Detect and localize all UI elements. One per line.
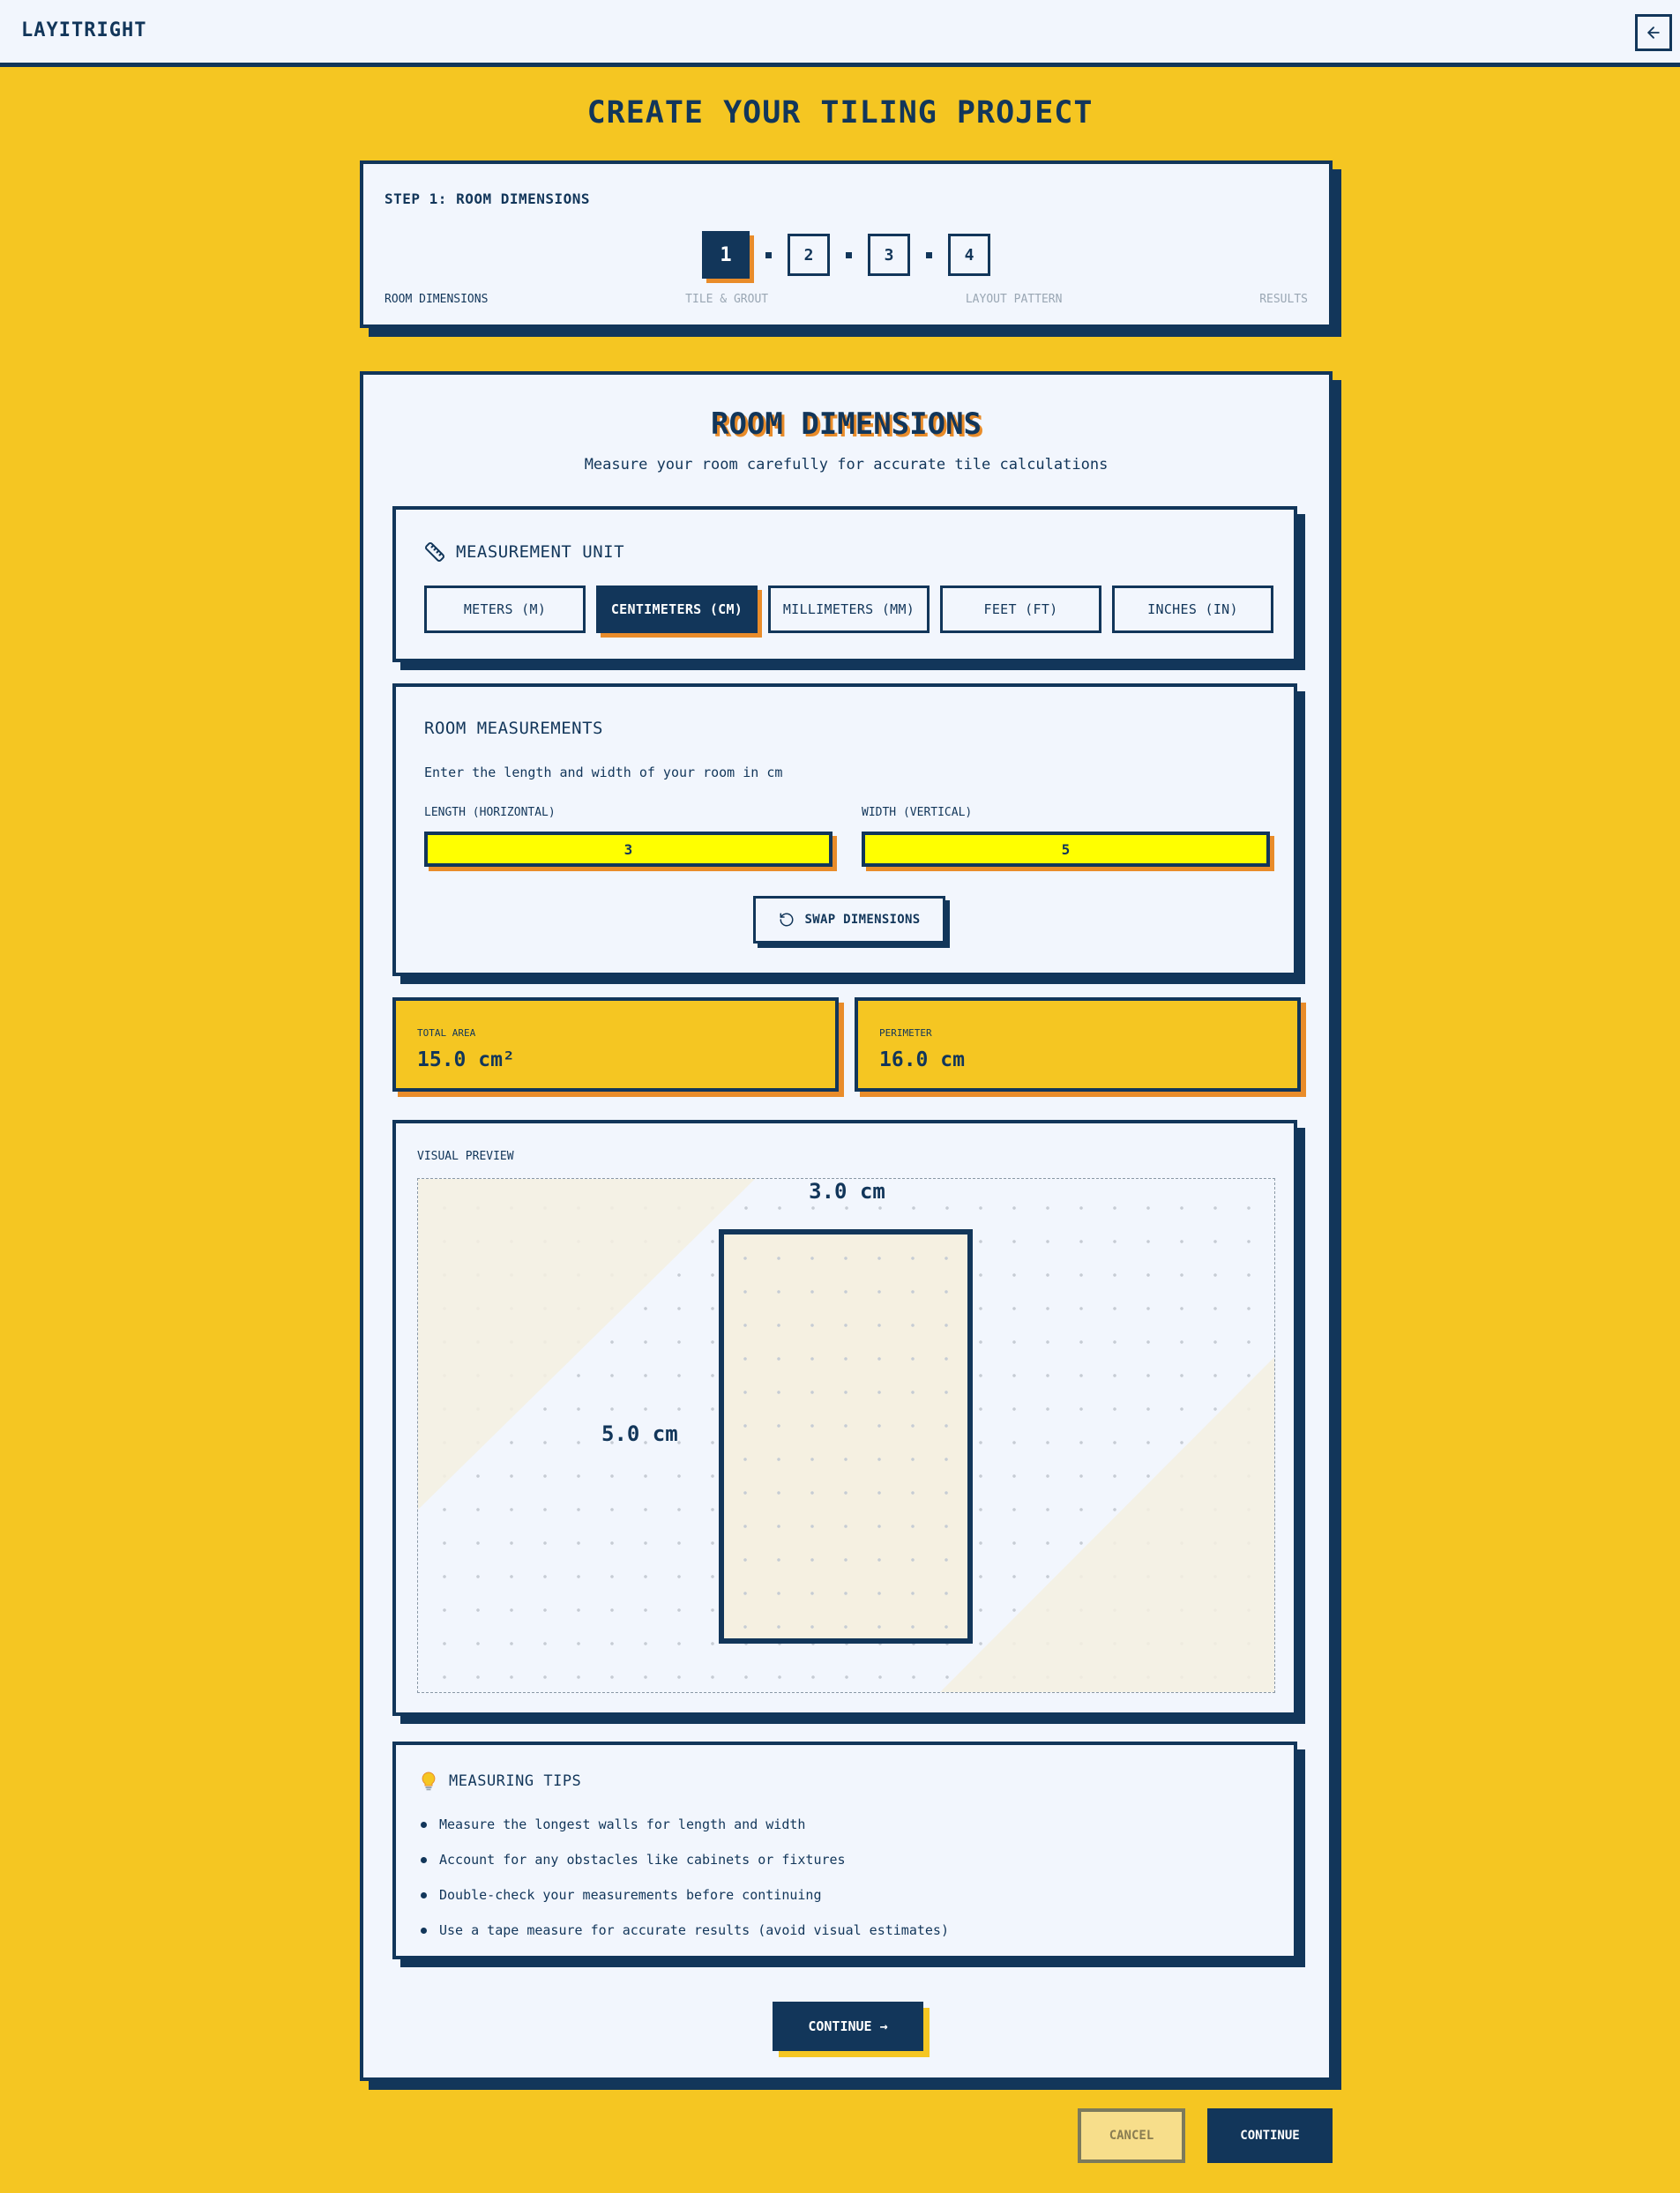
perimeter-value: 16.0 cm bbox=[879, 1048, 965, 1071]
unit-meters-button[interactable]: METERS (M) bbox=[424, 586, 586, 633]
unit-millimeters-button[interactable]: MILLIMETERS (MM) bbox=[768, 586, 930, 633]
measuring-tips-title: MEASURING TIPS bbox=[449, 1772, 582, 1790]
room-dimensions-card: ROOM DIMENSIONS Measure your room carefu… bbox=[360, 371, 1333, 2081]
step-3-indicator[interactable]: 3 bbox=[868, 234, 910, 276]
room-measurements-description: Enter the length and width of your room … bbox=[424, 765, 783, 780]
step-label: STEP 1: ROOM DIMENSIONS bbox=[385, 190, 591, 207]
step-name-tile-grout: TILE & GROUT bbox=[685, 293, 769, 306]
perimeter-label: PERIMETER bbox=[879, 1027, 932, 1039]
measurement-unit-heading: MEASUREMENT UNIT bbox=[424, 541, 624, 563]
total-area-label: TOTAL AREA bbox=[417, 1027, 476, 1039]
unit-centimeters-button[interactable]: CENTIMETERS (CM) bbox=[596, 586, 758, 633]
visual-preview-panel: VISUAL PREVIEW 3.0 cm 5.0 cm bbox=[392, 1120, 1297, 1716]
list-item: Account for any obstacles like cabinets … bbox=[421, 1842, 949, 1877]
measurement-unit-title: MEASUREMENT UNIT bbox=[456, 542, 625, 562]
cancel-button[interactable]: CANCEL bbox=[1078, 2108, 1185, 2163]
brand-logo[interactable]: LAYITRIGHT bbox=[21, 19, 146, 41]
total-area-value: 15.0 cm² bbox=[417, 1048, 515, 1071]
measurement-unit-panel: MEASUREMENT UNIT METERS (M) CENTIMETERS … bbox=[392, 506, 1297, 662]
unit-options: METERS (M) CENTIMETERS (CM) MILLIMETERS … bbox=[424, 586, 1273, 633]
length-label: LENGTH (HORIZONTAL) bbox=[424, 806, 556, 819]
swap-dimensions-button[interactable]: SWAP DIMENSIONS bbox=[753, 896, 945, 944]
step-2-indicator[interactable]: 2 bbox=[788, 234, 830, 276]
rotate-icon bbox=[780, 913, 794, 927]
step-name-layout-pattern: LAYOUT PATTERN bbox=[965, 293, 1063, 306]
visual-preview-label: VISUAL PREVIEW bbox=[417, 1150, 514, 1163]
stepper-card: STEP 1: ROOM DIMENSIONS 1 2 3 4 ROOM DIM… bbox=[360, 160, 1333, 328]
total-area-card: TOTAL AREA 15.0 cm² bbox=[392, 997, 839, 1092]
unit-inches-button[interactable]: INCHES (IN) bbox=[1112, 586, 1273, 633]
step-4-indicator[interactable]: 4 bbox=[948, 234, 990, 276]
list-item: Double-check your measurements before co… bbox=[421, 1877, 949, 1913]
arrow-left-icon bbox=[1647, 26, 1660, 39]
room-measurements-title: ROOM MEASUREMENTS bbox=[424, 719, 603, 738]
lightbulb-icon bbox=[422, 1772, 436, 1791]
step-names: ROOM DIMENSIONS TILE & GROUT LAYOUT PATT… bbox=[385, 293, 1308, 306]
step-name-results: RESULTS bbox=[1259, 293, 1308, 306]
section-subtitle: Measure your room carefully for accurate… bbox=[584, 456, 1109, 474]
step-1-indicator[interactable]: 1 bbox=[702, 231, 750, 279]
tips-list: Measure the longest walls for length and… bbox=[421, 1807, 949, 1948]
step-name-room-dimensions: ROOM DIMENSIONS bbox=[385, 293, 489, 306]
footer-continue-button[interactable]: CONTINUE bbox=[1207, 2108, 1333, 2163]
list-item: Measure the longest walls for length and… bbox=[421, 1807, 949, 1842]
swap-dimensions-label: SWAP DIMENSIONS bbox=[804, 913, 921, 927]
length-input[interactable]: 3 bbox=[424, 832, 833, 867]
step-connector bbox=[926, 251, 932, 258]
width-input[interactable]: 5 bbox=[862, 832, 1270, 867]
step-connector bbox=[765, 251, 772, 258]
step-connector bbox=[846, 251, 852, 258]
preview-canvas: 3.0 cm 5.0 cm bbox=[417, 1178, 1275, 1693]
section-title: ROOM DIMENSIONS bbox=[710, 407, 982, 442]
back-button[interactable] bbox=[1635, 14, 1672, 51]
ruler-icon bbox=[425, 542, 444, 562]
perimeter-card: PERIMETER 16.0 cm bbox=[855, 997, 1301, 1092]
step-indicators: 1 2 3 4 bbox=[363, 231, 1329, 279]
page-title: CREATE YOUR TILING PROJECT bbox=[586, 95, 1094, 131]
width-label: WIDTH (VERTICAL) bbox=[862, 806, 973, 819]
continue-button[interactable]: CONTINUE → bbox=[773, 2002, 923, 2051]
room-measurements-panel: ROOM MEASUREMENTS Enter the length and w… bbox=[392, 683, 1297, 976]
width-dimension-label: 5.0 cm bbox=[601, 1421, 678, 1446]
unit-feet-button[interactable]: FEET (FT) bbox=[940, 586, 1101, 633]
room-outline bbox=[719, 1229, 973, 1644]
top-bar: LAYITRIGHT bbox=[0, 0, 1680, 67]
list-item: Use a tape measure for accurate results … bbox=[421, 1913, 949, 1948]
measuring-tips-panel: MEASURING TIPS Measure the longest walls… bbox=[392, 1742, 1297, 1959]
length-dimension-label: 3.0 cm bbox=[809, 1179, 885, 1204]
measuring-tips-heading: MEASURING TIPS bbox=[421, 1772, 581, 1791]
